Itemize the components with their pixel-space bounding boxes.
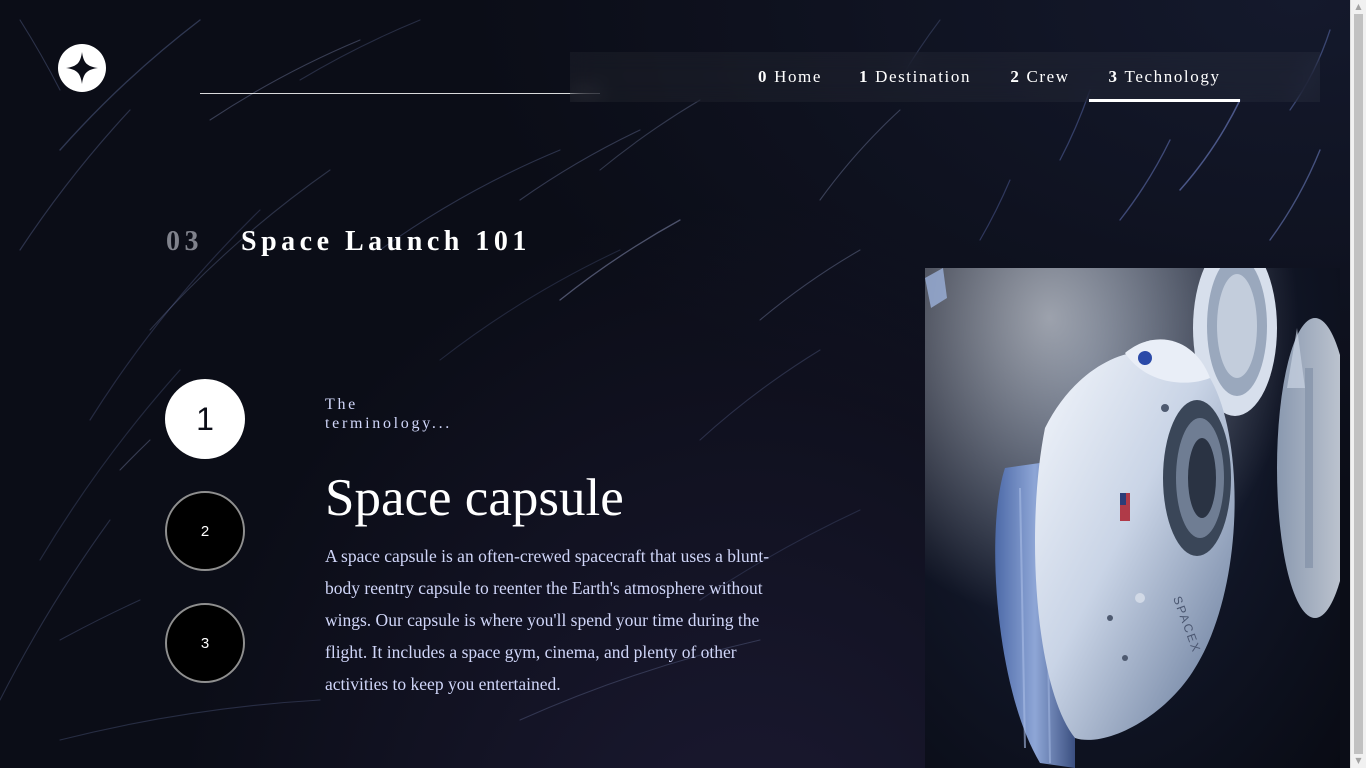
nav-item-crew[interactable]: 2 Crew	[1005, 52, 1075, 102]
logo[interactable]	[58, 44, 106, 92]
space-capsule-image: SPACEX	[925, 268, 1340, 768]
header-divider	[200, 93, 600, 94]
nav-item-technology[interactable]: 3 Technology	[1089, 52, 1240, 102]
nav-item-number: 3	[1108, 67, 1119, 86]
nav-item-number: 2	[1010, 67, 1021, 86]
scroll-down-icon[interactable]: ▼	[1351, 754, 1366, 768]
star-logo-icon	[66, 52, 98, 84]
section-title-text: Space Launch 101	[241, 226, 531, 257]
main-nav: 0 Home 1 Destination 2 Crew 3 Technology	[570, 52, 1320, 102]
terminology-eyebrow: The terminology...	[325, 396, 452, 432]
page-scrollbar[interactable]: ▲ ▼	[1350, 0, 1366, 768]
slider-button-1[interactable]: 1	[165, 379, 245, 459]
page-title: 03 Space Launch 101	[166, 226, 531, 258]
technology-name: Space capsule	[325, 469, 624, 527]
nav-item-home[interactable]: 0 Home	[750, 52, 830, 102]
scrollbar-thumb[interactable]	[1354, 14, 1363, 754]
slider-button-2[interactable]: 2	[165, 491, 245, 571]
nav-item-label: Technology	[1124, 67, 1221, 86]
technology-page: 0 Home 1 Destination 2 Crew 3 Technology…	[0, 0, 1366, 768]
scroll-up-icon[interactable]: ▲	[1351, 0, 1366, 14]
nav-item-number: 1	[858, 67, 870, 86]
nav-item-label: Home	[774, 67, 823, 86]
slider-button-3[interactable]: 3	[165, 603, 245, 683]
nav-item-destination[interactable]: 1 Destination	[852, 52, 978, 102]
section-number: 03	[166, 226, 203, 257]
technology-description: A space capsule is an often-crewed space…	[325, 546, 770, 694]
nav-item-label: Crew	[1026, 67, 1070, 86]
nav-item-number: 0	[757, 67, 769, 86]
nav-item-label: Destination	[875, 67, 972, 86]
